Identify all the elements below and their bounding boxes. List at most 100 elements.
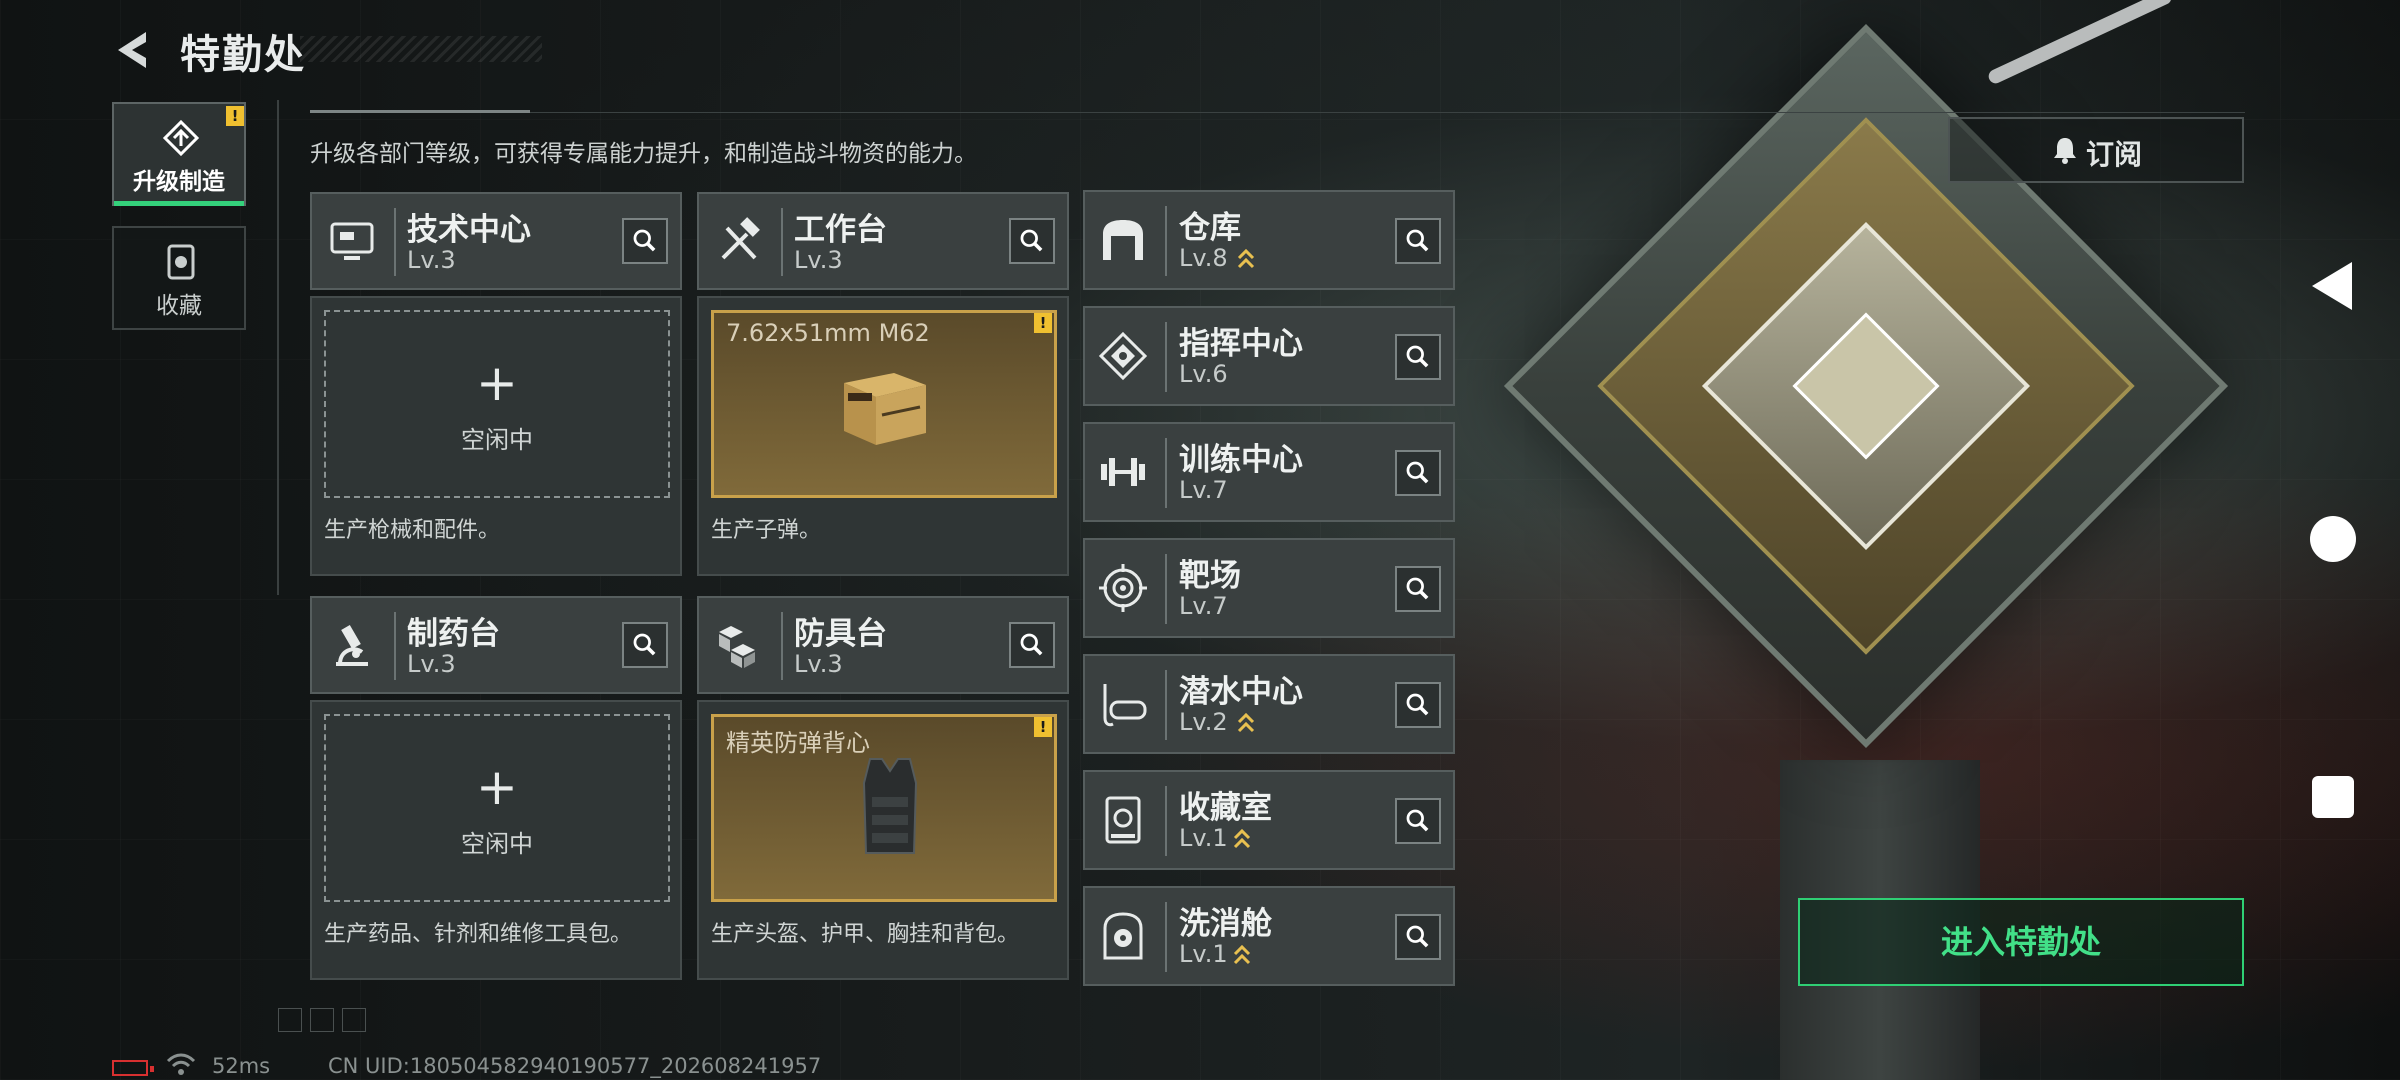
target-icon [1099,564,1147,612]
back-arrow-icon[interactable] [112,28,156,72]
facility-level: Lv.1 [1179,940,1228,968]
facility-description: 生产子弹。 [711,518,822,543]
search-icon[interactable] [622,218,668,264]
header-separator [394,612,396,680]
monitor-icon [330,222,374,260]
tile-separator [1165,670,1167,740]
facility-armor-bench-body: 精英防弹背心 ! 生产头盔、护甲、胸挂和背包。 [697,700,1069,980]
cube-ring [1597,117,2135,655]
facility-name: 潜水中心 [1179,674,1303,710]
facility-training-center[interactable]: 训练中心 Lv.7 [1083,422,1455,522]
system-recent-apps-icon[interactable] [2312,776,2354,818]
facility-level: Lv.3 [794,650,843,678]
header-separator [781,208,783,276]
facility-decon-chamber[interactable]: 洗消舱 Lv.1 [1083,886,1455,986]
armor-vest-image [862,758,918,854]
cubes-icon [719,626,755,668]
slot-item-name: 7.62x51mm M62 [726,319,930,347]
warehouse-icon [1103,220,1143,260]
facility-name: 工作台 [794,212,887,248]
search-icon[interactable] [1395,218,1441,264]
facility-armor-bench-header[interactable]: 防具台 Lv.3 [697,596,1069,694]
enter-special-ops-button[interactable]: 进入特勤处 [1798,898,2244,986]
facility-diving-center[interactable]: 潜水中心 Lv.2 [1083,654,1455,754]
facility-level: Lv.3 [794,246,843,274]
facility-pharmacy-header[interactable]: 制药台 Lv.3 [310,596,682,694]
facility-name: 收藏室 [1179,790,1272,826]
page-title: 特勤处 [180,32,306,78]
upgrade-arrow-icon [1233,944,1251,965]
search-icon[interactable] [1009,622,1055,668]
bell-icon [2054,138,2076,164]
nav-collection[interactable]: 收藏 [112,226,246,330]
facility-name: 洗消舱 [1179,906,1272,942]
upgrade-arrow-icon [1233,828,1251,849]
production-slot-empty[interactable]: + 空闲中 [324,714,670,902]
wifi-icon [166,1053,196,1075]
nav-label-upgrade: 升级制造 [133,169,225,195]
facility-level: Lv.3 [407,650,456,678]
command-icon [1098,331,1148,381]
tools-icon [721,217,760,260]
subscribe-label: 订阅 [2086,138,2143,171]
slot-idle-text: 空闲中 [461,426,533,454]
search-icon[interactable] [1395,566,1441,612]
header-separator [394,208,396,276]
facility-level: Lv.1 [1179,824,1228,852]
production-slot-active[interactable]: 7.62x51mm M62 ! [711,310,1057,498]
dumbbell-icon [1101,458,1145,486]
facility-level: Lv.8 [1179,244,1228,272]
nav-upgrade-manufacture[interactable]: ! 升级制造 [112,102,246,206]
facility-name: 仓库 [1179,210,1241,246]
search-icon[interactable] [1395,682,1441,728]
upgrade-icon [162,119,200,157]
microscope-icon [336,624,368,666]
tile-separator [1165,322,1167,392]
nav-warning-badge: ! [226,106,244,126]
display-case-icon [1105,796,1141,844]
facility-pharmacy-body: + 空闲中 生产药品、针剂和维修工具包。 [310,700,682,980]
facility-description: 生产头盔、护甲、胸挂和背包。 [711,922,1020,947]
facility-level: Lv.3 [407,246,456,274]
nav-divider [277,100,279,595]
upgrade-arrow-icon [1237,712,1255,733]
facility-command-center[interactable]: 指挥中心 Lv.6 [1083,306,1455,406]
facility-workbench-header[interactable]: 工作台 Lv.3 [697,192,1069,290]
facility-level: Lv.6 [1179,360,1228,388]
search-icon[interactable] [1395,914,1441,960]
facility-name: 指挥中心 [1179,326,1303,362]
facility-warehouse[interactable]: 仓库 Lv.8 [1083,190,1455,290]
system-home-icon[interactable] [2310,516,2356,562]
search-icon[interactable] [1395,334,1441,380]
facility-description: 生产药品、针剂和维修工具包。 [324,922,633,947]
intro-text: 升级各部门等级，可获得专属能力提升，和制造战斗物资的能力。 [310,141,977,167]
subscribe-button[interactable]: 订阅 [1948,117,2244,183]
facility-tech-center-header[interactable]: 技术中心 Lv.3 [310,192,682,290]
facility-name: 靶场 [1179,558,1241,594]
slot-idle-text: 空闲中 [461,830,533,858]
ping-text: 52ms [212,1054,271,1078]
uid-text: CN UID:180504582940190577_202608241957 [328,1054,822,1078]
facility-level: Lv.7 [1179,476,1228,504]
search-icon[interactable] [1395,450,1441,496]
add-icon: + [476,758,518,816]
facility-shooting-range[interactable]: 靶场 Lv.7 [1083,538,1455,638]
slot-warning-badge: ! [1034,717,1052,737]
facility-collection-room[interactable]: 收藏室 Lv.1 [1083,770,1455,870]
tile-separator [1165,902,1167,972]
system-back-icon[interactable] [2312,262,2352,310]
decon-icon [1103,912,1143,960]
collection-icon [167,244,195,280]
production-slot-empty[interactable]: + 空闲中 [324,310,670,498]
production-slot-active[interactable]: 精英防弹背心 ! [711,714,1057,902]
facility-name: 训练中心 [1179,442,1303,478]
tile-separator [1165,438,1167,508]
tile-separator [1165,554,1167,624]
search-icon[interactable] [622,622,668,668]
facility-workbench-body: 7.62x51mm M62 ! 生产子弹。 [697,296,1069,576]
search-icon[interactable] [1009,218,1055,264]
tile-separator [1165,786,1167,856]
facility-name: 防具台 [794,616,887,652]
battery-icon [112,1060,154,1076]
search-icon[interactable] [1395,798,1441,844]
